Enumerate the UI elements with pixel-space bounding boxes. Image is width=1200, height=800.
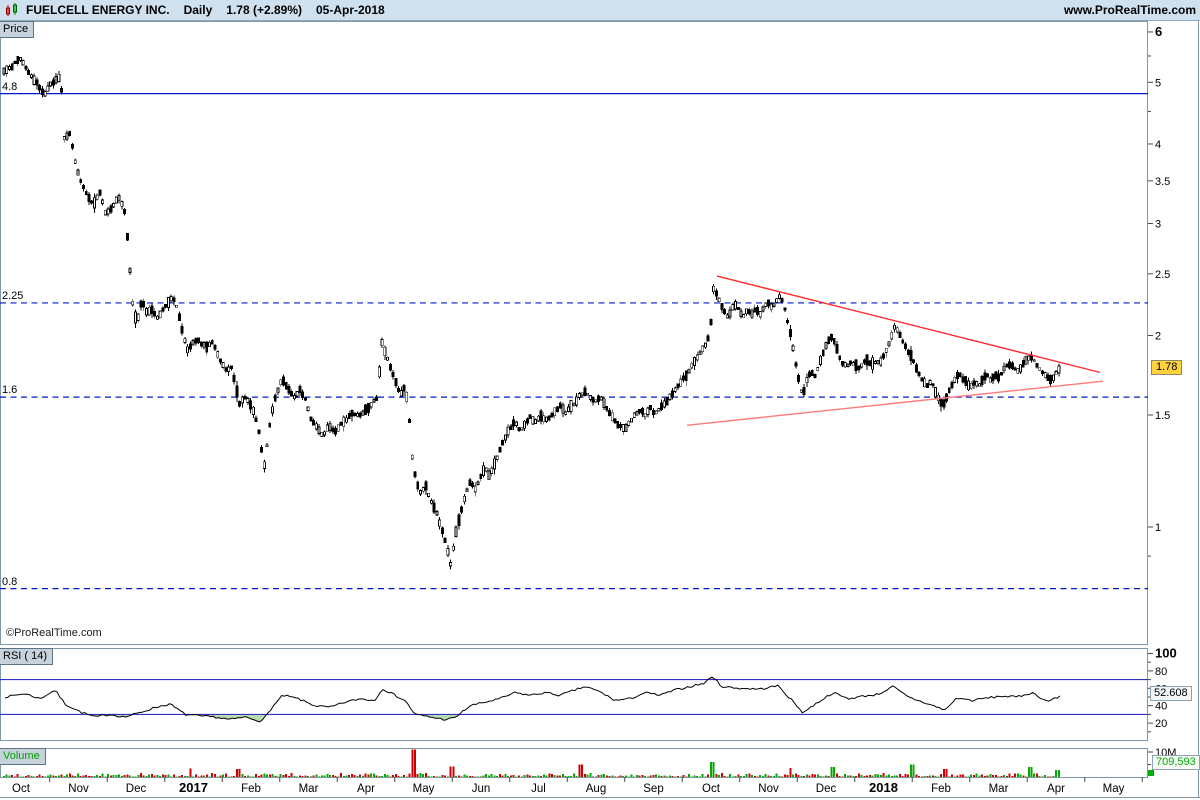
volume-panel[interactable] [0, 748, 1148, 778]
month-label: Apr [1047, 783, 1065, 795]
title-bar: FUELCELL ENERGY INC. Daily 1.78 (+2.89%)… [0, 0, 1200, 21]
month-label: May [1103, 783, 1125, 795]
axis-tick-label: 20 [1155, 718, 1167, 730]
axis-tick-label: 3.5 [1155, 176, 1170, 188]
axis-tick-label: 80 [1155, 666, 1167, 678]
axis-tick-label: 100 [1155, 646, 1177, 661]
axis-tick-label: 6 [1155, 24, 1162, 39]
last-price-badge: 1.78 [1151, 360, 1183, 375]
month-label: Oct [702, 783, 721, 795]
month-label: Nov [68, 783, 89, 795]
chart-canvas[interactable]: 6543.532.521.511008060402010MOctNovDec20… [0, 0, 1200, 800]
rsi-panel[interactable] [0, 648, 1148, 741]
axis-tick-label: 2.5 [1155, 269, 1170, 281]
website-link[interactable]: www.ProRealTime.com [1064, 3, 1196, 17]
month-label: 2017 [179, 780, 208, 795]
axis-tick-label: 3 [1155, 218, 1161, 230]
price-level-label: 0.8 [2, 575, 18, 588]
axis-tick-label: 4 [1155, 139, 1161, 151]
month-label: Feb [241, 783, 261, 795]
last-price-change: 1.78 (+2.89%) [226, 3, 302, 17]
month-label: Dec [816, 783, 837, 795]
price-level-label: 1.6 [2, 384, 18, 397]
current-volume-marker [1148, 770, 1154, 776]
month-label: Apr [357, 783, 375, 795]
month-label: 2018 [869, 780, 898, 795]
volume-value-badge: 709,593 [1152, 755, 1200, 770]
month-label: Feb [931, 783, 951, 795]
month-label: May [413, 783, 435, 795]
session-date: 05-Apr-2018 [315, 3, 385, 17]
rsi-value-badge: 52.608 [1150, 686, 1192, 701]
month-label: Aug [586, 783, 606, 795]
month-label: Nov [758, 783, 779, 795]
instrument-name: FUELCELL ENERGY INC. [26, 3, 170, 17]
month-label: Sep [643, 783, 663, 795]
chart-window: 6543.532.521.511008060402010MOctNovDec20… [0, 0, 1200, 800]
prorealtime-watermark: ©ProRealTime.com [6, 627, 102, 639]
month-label: Jun [472, 783, 491, 795]
price-level-label: 2.25 [2, 289, 24, 302]
month-label: Jul [531, 783, 546, 795]
month-label: Mar [299, 783, 319, 795]
month-label: Oct [12, 783, 31, 795]
price-level-label: 4.8 [2, 80, 18, 93]
tab-volume[interactable]: Volume [0, 748, 46, 765]
tab-rsi[interactable]: RSI ( 14) [0, 648, 54, 665]
tab-price[interactable]: Price [0, 21, 35, 38]
month-label: Mar [989, 783, 1009, 795]
timeframe-label[interactable]: Daily [184, 3, 213, 17]
axis-tick-label: 2 [1155, 330, 1161, 342]
candlestick-logo-icon [4, 2, 20, 18]
price-panel[interactable] [0, 21, 1148, 645]
month-label: Dec [126, 783, 147, 795]
axis-tick-label: 1 [1155, 522, 1161, 534]
axis-tick-label: 40 [1155, 701, 1167, 713]
axis-tick-label: 5 [1155, 77, 1161, 89]
axis-tick-label: 1.5 [1155, 410, 1170, 422]
